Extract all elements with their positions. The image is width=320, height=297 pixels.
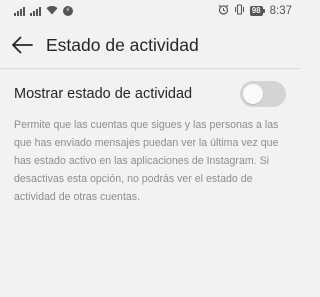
setting-label: Mostrar estado de actividad (14, 86, 193, 102)
vibrate-icon (234, 4, 245, 18)
messenger-icon: ⚡ (63, 6, 73, 16)
toolbar: Estado de actividad (0, 22, 300, 68)
activity-status-setting[interactable]: Mostrar estado de actividad (0, 78, 300, 110)
wifi-icon (46, 2, 58, 20)
page-title: Estado de actividad (46, 34, 199, 55)
battery-icon: 98 (249, 6, 265, 16)
battery-level: 98 (249, 6, 263, 16)
toolbar-divider (0, 68, 300, 69)
status-bar-time: 8:37 (269, 5, 292, 17)
status-bar-right: 98 8:37 (218, 4, 292, 18)
setting-description: Permite que las cuentas que sigues y las… (14, 119, 279, 203)
toggle-knob (243, 84, 263, 104)
status-bar: ⚡ 98 8:37 (0, 0, 300, 22)
activity-status-toggle[interactable] (240, 81, 286, 107)
alarm-icon (218, 4, 229, 18)
signal-bars-icon (14, 6, 25, 16)
signal-bars-icon (30, 6, 41, 16)
arrow-left-icon (12, 36, 33, 54)
back-button[interactable] (0, 22, 44, 68)
status-bar-left: ⚡ (14, 2, 73, 20)
